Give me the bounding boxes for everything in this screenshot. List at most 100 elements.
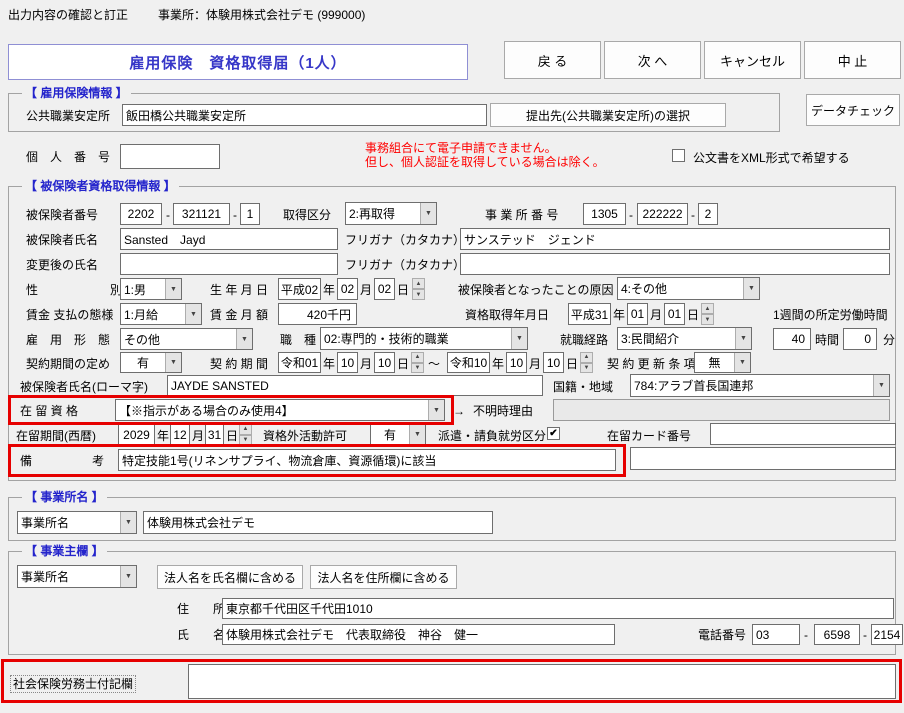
- address-input[interactable]: 東京都千代田区千代田1010: [222, 598, 894, 619]
- period-to-month-input[interactable]: 10: [506, 352, 527, 373]
- spin-down-icon[interactable]: ▼: [239, 435, 252, 446]
- office-number-part2[interactable]: 222222: [637, 203, 688, 225]
- spin-up-icon[interactable]: ▲: [412, 278, 425, 289]
- acq-date-spinner[interactable]: ▲ ▼: [701, 303, 714, 325]
- nationality-select[interactable]: 784:アラブ首長国連邦 ▼: [630, 374, 890, 397]
- stay-date-spinner[interactable]: ▲ ▼: [239, 424, 252, 445]
- sr-note-input[interactable]: 17条付記 使用ソフトに【※指示がある場合のみ使用5】がないため【※指示がある場…: [188, 664, 896, 699]
- spin-down-icon[interactable]: ▼: [701, 314, 714, 325]
- employer-name-input[interactable]: 体験用株式会社デモ 代表取締役 神谷 健一: [222, 624, 615, 645]
- stop-button[interactable]: 中 止: [804, 41, 901, 79]
- chevron-down-icon[interactable]: ▼: [165, 279, 181, 299]
- chevron-down-icon[interactable]: ▼: [165, 353, 181, 372]
- chevron-down-icon[interactable]: ▼: [511, 328, 527, 349]
- personal-number-input[interactable]: [120, 144, 220, 169]
- xml-checkbox[interactable]: [672, 149, 685, 162]
- insured-number-part3[interactable]: 1: [240, 203, 260, 225]
- include-corp-address-button[interactable]: 法人名を住所欄に含める: [310, 565, 457, 589]
- spin-up-icon[interactable]: ▲: [580, 352, 593, 363]
- birth-date-spinner[interactable]: ▲ ▼: [412, 278, 425, 300]
- remarks-extra-input[interactable]: [630, 447, 896, 470]
- period-to-era-input[interactable]: 令和10: [447, 352, 490, 373]
- unknown-reason-input[interactable]: [553, 399, 890, 421]
- chevron-down-icon[interactable]: ▼: [185, 304, 201, 324]
- chevron-down-icon[interactable]: ▼: [743, 278, 759, 299]
- wage-type-select[interactable]: 1:月給 ▼: [120, 303, 202, 325]
- spin-down-icon[interactable]: ▼: [580, 363, 593, 374]
- dispatch-checkbox[interactable]: ✔: [547, 427, 560, 440]
- residence-card-input[interactable]: [710, 423, 896, 445]
- spin-down-icon[interactable]: ▼: [412, 289, 425, 300]
- employment-type-select[interactable]: その他 ▼: [120, 328, 253, 350]
- chevron-down-icon[interactable]: ▼: [734, 353, 750, 372]
- spin-down-icon[interactable]: ▼: [411, 363, 424, 374]
- changed-kana-input[interactable]: [460, 253, 890, 275]
- office-name-select[interactable]: 事業所名 ▼: [17, 511, 137, 534]
- unit-day: 日: [397, 283, 409, 297]
- remarks-input[interactable]: 特定技能1号(リネンサプライ、物流倉庫、資源循環)に該当: [118, 449, 616, 471]
- period-from-era-input[interactable]: 令和01: [278, 352, 321, 373]
- residence-status-select[interactable]: 【※指示がある場合のみ使用4】 ▼: [115, 399, 445, 421]
- contract-term-select[interactable]: 有 ▼: [120, 352, 182, 373]
- sex-select[interactable]: 1:男 ▼: [120, 278, 182, 300]
- roman-name-input[interactable]: JAYDE SANSTED: [167, 375, 543, 396]
- acquisition-class-select[interactable]: 2:再取得 ▼: [345, 202, 437, 225]
- data-check-button[interactable]: データチェック: [806, 94, 900, 126]
- birth-day-input[interactable]: 02: [374, 278, 395, 300]
- office-number-part1[interactable]: 1305: [583, 203, 626, 225]
- wage-amount-input[interactable]: 420千円: [278, 303, 357, 325]
- chevron-down-icon[interactable]: ▼: [236, 329, 252, 349]
- stay-year-input[interactable]: 2029: [118, 424, 155, 445]
- stay-month-input[interactable]: 12: [170, 424, 190, 445]
- employment-route-select[interactable]: 3:民間紹介 ▼: [617, 327, 752, 350]
- became-reason-select[interactable]: 4:その他 ▼: [617, 277, 760, 300]
- spin-up-icon[interactable]: ▲: [701, 303, 714, 314]
- chevron-down-icon[interactable]: ▼: [420, 203, 436, 224]
- changed-name-input[interactable]: [120, 253, 338, 275]
- insured-kana-input[interactable]: サンステッド ジェンド: [460, 228, 890, 250]
- period-to-spinner[interactable]: ▲ ▼: [580, 352, 593, 373]
- acq-day-input[interactable]: 01: [664, 303, 685, 325]
- chevron-down-icon[interactable]: ▼: [873, 375, 889, 396]
- contract-renewal-select[interactable]: 無 ▼: [694, 352, 751, 373]
- occupation-select[interactable]: 02:専門的・技術的職業 ▼: [320, 327, 528, 350]
- insured-number-part1[interactable]: 2202: [120, 203, 162, 225]
- chevron-down-icon[interactable]: ▼: [735, 328, 751, 349]
- submit-office-select-button[interactable]: 提出先(公共職業安定所)の選択: [490, 103, 726, 127]
- birth-month-input[interactable]: 02: [337, 278, 358, 300]
- acq-month-input[interactable]: 01: [627, 303, 648, 325]
- weekly-minutes-input[interactable]: 0: [843, 328, 877, 350]
- period-from-day-input[interactable]: 10: [374, 352, 395, 373]
- office-name-input[interactable]: 体験用株式会社デモ: [143, 511, 493, 534]
- period-from-spinner[interactable]: ▲ ▼: [411, 352, 424, 373]
- chevron-down-icon[interactable]: ▼: [409, 424, 425, 444]
- next-button[interactable]: 次 へ: [604, 41, 701, 79]
- employer-name-select[interactable]: 事業所名 ▼: [17, 565, 137, 588]
- spin-up-icon[interactable]: ▲: [239, 424, 252, 435]
- chevron-down-icon[interactable]: ▼: [428, 400, 444, 420]
- chevron-down-icon[interactable]: ▼: [120, 512, 136, 533]
- hello-work-input[interactable]: 飯田橋公共職業安定所: [122, 104, 487, 126]
- dash-separator: -: [691, 208, 695, 222]
- cancel-button[interactable]: キャンセル: [704, 41, 801, 79]
- chevron-down-icon[interactable]: ▼: [120, 566, 136, 587]
- group-title-insured-info: 【 被保険者資格取得情報 】: [22, 179, 179, 193]
- period-to-day-input[interactable]: 10: [543, 352, 564, 373]
- period-from-month-input[interactable]: 10: [337, 352, 358, 373]
- phone-part2-input[interactable]: 6598: [814, 624, 860, 645]
- stay-day-input[interactable]: 31: [205, 424, 224, 445]
- activity-permission-select[interactable]: 有 ▼: [370, 423, 426, 445]
- insured-number-part2[interactable]: 321121: [173, 203, 230, 225]
- office-number-part3[interactable]: 2: [698, 203, 718, 225]
- acq-era-input[interactable]: 平成31: [568, 303, 611, 325]
- back-button[interactable]: 戻 る: [504, 41, 601, 79]
- spin-up-icon[interactable]: ▲: [411, 352, 424, 363]
- phone-part1-input[interactable]: 03: [752, 624, 800, 645]
- include-corp-name-button[interactable]: 法人名を氏名欄に含める: [157, 565, 303, 589]
- phone-part3-input[interactable]: 2154: [871, 624, 903, 645]
- insured-name-input[interactable]: Sansted Jayd: [120, 228, 338, 250]
- birth-era-input[interactable]: 平成02: [278, 278, 321, 300]
- warning-text-line2: 但し、個人認証を取得している場合は除く。: [365, 155, 605, 169]
- employment-route-label: 就職経路: [560, 333, 608, 347]
- weekly-hours-input[interactable]: 40: [773, 328, 811, 350]
